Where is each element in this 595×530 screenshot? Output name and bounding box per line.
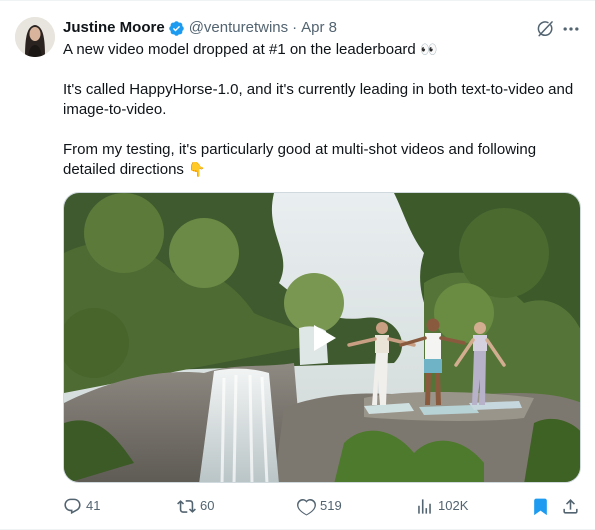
views-chart-icon [418, 498, 431, 514]
author-name[interactable]: Justine Moore [63, 18, 165, 38]
like-count: 519 [320, 498, 342, 513]
bookmark-filled-icon [534, 498, 547, 515]
bookmark-button[interactable] [531, 496, 550, 516]
reply-icon [64, 498, 81, 514]
repost-button[interactable]: 60 [177, 496, 214, 516]
tweet-text-line-1: A new video model dropped at #1 on the l… [63, 40, 437, 60]
share-icon [563, 498, 578, 514]
author-handle[interactable]: @venturetwins [189, 18, 288, 38]
tweet-text-paragraph-2: It's called HappyHorse-1.0, and it's cur… [63, 81, 574, 118]
tweet-text-paragraph-3: From my testing, it's particularly good … [63, 140, 583, 180]
repost-icon [177, 499, 196, 513]
repost-count: 60 [200, 498, 215, 513]
verified-badge-icon[interactable] [168, 20, 185, 37]
separator-dot: · [292, 19, 298, 36]
reply-button[interactable]: 41 [63, 496, 100, 516]
pointing-down-emoji: 👇 [188, 162, 206, 178]
tweet-date[interactable]: Apr 8 [301, 18, 337, 38]
tweet-card[interactable]: Justine Moore @venturetwins · Apr 8 A ne… [0, 0, 595, 530]
reply-count: 41 [86, 498, 101, 513]
like-button[interactable]: 519 [297, 496, 342, 516]
tweet-text: From my testing, it's particularly good … [63, 141, 537, 178]
tweet-text: A new video model dropped at #1 on the l… [63, 41, 416, 58]
grok-icon[interactable] [535, 19, 555, 39]
share-button[interactable] [561, 496, 580, 516]
heart-icon [297, 498, 316, 516]
avatar[interactable] [15, 17, 55, 57]
tweet-header: Justine Moore @venturetwins · Apr 8 [63, 18, 337, 38]
play-icon[interactable] [306, 321, 340, 355]
views-button[interactable]: 102K [415, 496, 468, 516]
video-player[interactable] [63, 192, 581, 483]
eyes-emoji: 👀 [419, 42, 438, 58]
more-options-icon[interactable] [561, 19, 581, 39]
tweet-actions: 41 60 519 102K [63, 496, 583, 516]
divider [0, 0, 595, 1]
views-count: 102K [438, 498, 469, 513]
